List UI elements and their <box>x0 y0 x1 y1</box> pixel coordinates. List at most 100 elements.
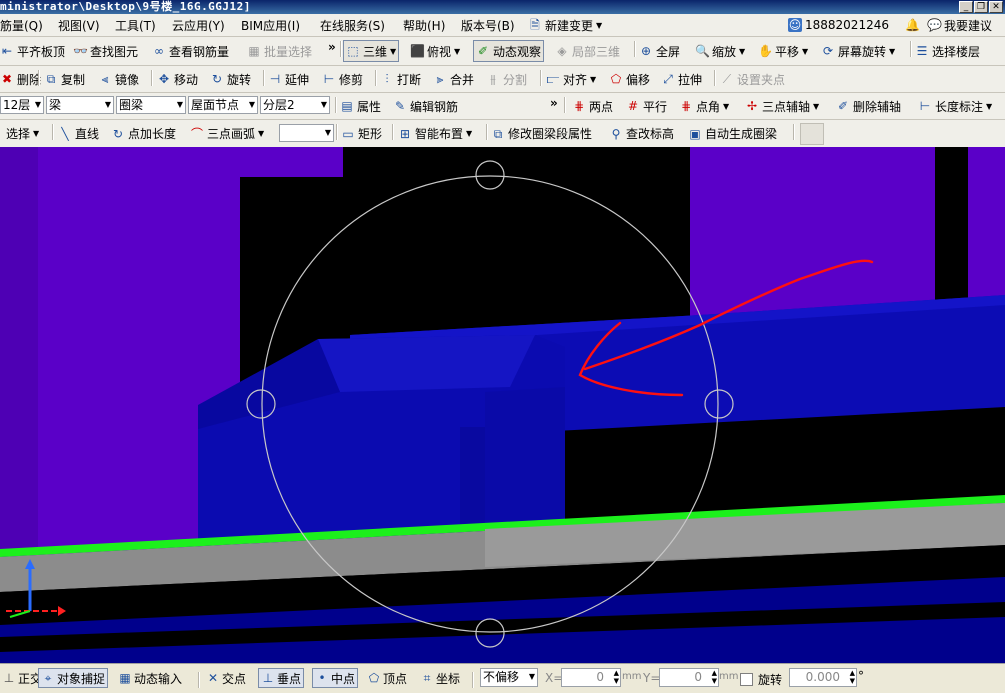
menu-new-change[interactable]: 🗎 新建变更 ▼ <box>528 14 602 36</box>
properties-button[interactable]: ▤ 属性 <box>340 93 381 119</box>
dynamic-orbit-button[interactable]: ✐ 动态观察 <box>473 40 545 62</box>
rectangle-button[interactable]: ▭ 矩形 <box>341 120 382 147</box>
three-point-axis-button[interactable]: ✢ 三点辅轴 ▼ <box>745 93 819 119</box>
local-3d-button[interactable]: ◈ 局部三维 <box>555 37 620 65</box>
toolbar-overflow[interactable]: » <box>328 40 336 54</box>
zoom-button[interactable]: 🔍 缩放 ▼ <box>695 37 745 65</box>
check-elevation-button[interactable]: ⚲ 查改标高 <box>609 120 674 147</box>
snap-midpoint[interactable]: • 中点 <box>312 668 359 688</box>
offset-mode-select[interactable]: 不偏移 ▼ <box>480 668 538 687</box>
three-point-arc-button[interactable]: ⌒ 三点画弧 ▼ <box>190 120 264 147</box>
stretch-button[interactable]: ⤢ 拉伸 <box>661 66 702 92</box>
y-coordinate-input[interactable]: 0 ▲ ▼ <box>659 668 719 687</box>
delete-axis-button[interactable]: ✐ 删除辅轴 <box>836 93 901 119</box>
pan-button[interactable]: ✋ 平移 ▼ <box>758 37 808 65</box>
menu-tools[interactable]: 工具(T) <box>115 14 156 36</box>
pencil-icon: ✎ <box>394 99 406 113</box>
menu-help[interactable]: 帮助(H) <box>403 14 445 36</box>
menu-online-service[interactable]: 在线服务(S) <box>320 14 385 36</box>
two-points-icon: ⋕ <box>573 99 585 113</box>
restore-button[interactable]: ❐ <box>974 1 988 13</box>
3d-view-button[interactable]: ⬚ 三维 ▼ <box>343 40 400 62</box>
snap-coordinate[interactable]: ⌗ 坐标 <box>420 668 460 688</box>
find-element-button[interactable]: 👓 查找图元 <box>73 37 138 65</box>
smart-layout-button[interactable]: ⊞ 智能布置 ▼ <box>398 120 472 147</box>
element-type-select[interactable]: 梁 ▼ <box>46 96 114 114</box>
break-button[interactable]: ⫶ 打断 <box>380 66 421 92</box>
status-bar: ⊥ 正交 ⌖ 对象捕捉 ▦ 动态输入 ✕ 交点 ⊥ 垂点 • 中点 ⬠ 顶点 ⌗ 坐标 不偏移 ▼… <box>0 663 1005 693</box>
stretch-icon: ⤢ <box>663 72 673 86</box>
snap-perpendicular[interactable]: ⊥ 垂点 <box>258 668 305 688</box>
floors-icon: ☰ <box>916 44 928 58</box>
point-angle-axis-button[interactable]: ⋕ 点角 ▼ <box>679 93 729 119</box>
snap-intersection[interactable]: ✕ 交点 <box>206 668 246 688</box>
rotate-angle-input[interactable]: 0.000 ▲ ▼ <box>789 668 857 687</box>
feedback-link[interactable]: 💬 我要建议 <box>927 14 992 36</box>
arc-mode-select[interactable]: ▼ <box>279 124 334 142</box>
mirror-button[interactable]: ⫷ 镜像 <box>98 66 139 92</box>
snap-vertex[interactable]: ⬠ 顶点 <box>367 668 407 688</box>
properties-icon: ▤ <box>341 99 353 113</box>
rotate-checkbox[interactable] <box>740 673 753 686</box>
modify-ring-beam-button[interactable]: ⧉ 修改圈梁段属性 <box>491 120 592 147</box>
ortho-toggle[interactable]: ⊥ 正交 <box>2 668 42 688</box>
dynamic-input-toggle[interactable]: ▦ 动态输入 <box>118 668 182 688</box>
x-coordinate-input[interactable]: 0 ▲ ▼ <box>561 668 621 687</box>
elevation-icon: ⚲ <box>611 126 621 141</box>
bell-icon: 🔔 <box>905 18 920 32</box>
toolbar-overflow-2[interactable]: » <box>550 96 558 110</box>
move-button[interactable]: ✥ 移动 <box>157 66 198 92</box>
edit-rebar-button[interactable]: ✎ 编辑钢筋 <box>393 93 458 119</box>
extend-button[interactable]: ⊣ 延伸 <box>268 66 309 92</box>
node-select[interactable]: 屋面节点 ▼ <box>188 96 258 114</box>
trim-button[interactable]: ⊢ 修剪 <box>322 66 363 92</box>
object-snap-toggle[interactable]: ⌖ 对象捕捉 <box>38 668 109 688</box>
split-button[interactable]: ⫵ 分割 <box>486 66 527 92</box>
copy-button[interactable]: ⧉ 复制 <box>44 66 85 92</box>
two-points-axis-button[interactable]: ⋕ 两点 <box>572 93 613 119</box>
select-button[interactable]: 选择 ▼ <box>6 120 39 147</box>
menu-version[interactable]: 版本号(B) <box>461 14 515 36</box>
fullscreen-button[interactable]: ⊕ 全屏 <box>639 37 680 65</box>
menu-quantity[interactable]: 筋量(Q) <box>0 14 43 36</box>
view-rebar-quantity-button[interactable]: ∞ 查看钢筋量 <box>152 37 229 65</box>
parallel-axis-button[interactable]: # 平行 <box>626 93 667 119</box>
merge-button[interactable]: ⫸ 合并 <box>433 66 474 92</box>
user-account[interactable]: ☺ 18882021246 <box>788 14 889 36</box>
mirror-icon: ⫷ <box>101 72 109 86</box>
delete-button[interactable]: ✖ 删除 <box>0 66 41 92</box>
menu-view[interactable]: 视图(V) <box>58 14 100 36</box>
length-dimension-button[interactable]: ⊢ 长度标注 ▼ <box>918 93 992 119</box>
toolbar-empty-slot <box>800 123 824 145</box>
point-length-button[interactable]: ↻ 点加长度 <box>111 120 176 147</box>
offset-button[interactable]: ⬠ 偏移 <box>609 66 650 92</box>
trim-icon: ⊢ <box>323 72 335 86</box>
menu-cloud[interactable]: 云应用(Y) <box>172 14 225 36</box>
minimize-button[interactable]: _ <box>959 1 973 13</box>
orbit-icon: ✐ <box>477 44 489 58</box>
select-floor-button[interactable]: ☰ 选择楼层 <box>915 37 980 65</box>
ortho-icon: ⊥ <box>3 671 15 685</box>
top-view-button[interactable]: ⬛ 俯视 ▼ <box>410 37 460 65</box>
menu-bim[interactable]: BIM应用(I) <box>241 14 300 36</box>
close-button[interactable]: ✕ <box>989 1 1003 13</box>
extend-icon: ⊣ <box>269 72 281 86</box>
align-slab-top-button[interactable]: ⇤ 平齐板顶 <box>0 37 65 65</box>
x-unit: mm <box>622 671 642 682</box>
floor-select[interactable]: 12层 ▼ <box>0 96 44 114</box>
set-grip-button[interactable]: ⟋ 设置夹点 <box>720 66 785 92</box>
screen-rotate-button[interactable]: ⟳ 屏幕旋转 ▼ <box>821 37 895 65</box>
3d-viewport[interactable] <box>0 147 1005 663</box>
degree-symbol: ° <box>858 669 864 683</box>
scene-canvas[interactable] <box>0 147 1005 663</box>
batch-select-button[interactable]: ▦ 批量选择 <box>247 37 312 65</box>
line-button[interactable]: ╲ 直线 <box>58 120 99 147</box>
layer-select[interactable]: 分层2 ▼ <box>260 96 330 114</box>
element-subtype-select[interactable]: 圈梁 ▼ <box>116 96 186 114</box>
align-button[interactable]: ⫍ 对齐 ▼ <box>546 66 597 92</box>
arc-icon: ⌒ <box>190 126 203 141</box>
hand-icon: ✋ <box>758 44 773 58</box>
auto-generate-ring-beam-button[interactable]: ▣ 自动生成圈梁 <box>688 120 777 147</box>
rotate-button[interactable]: ↻ 旋转 <box>210 66 251 92</box>
notification-bell[interactable]: 🔔 <box>905 14 920 36</box>
